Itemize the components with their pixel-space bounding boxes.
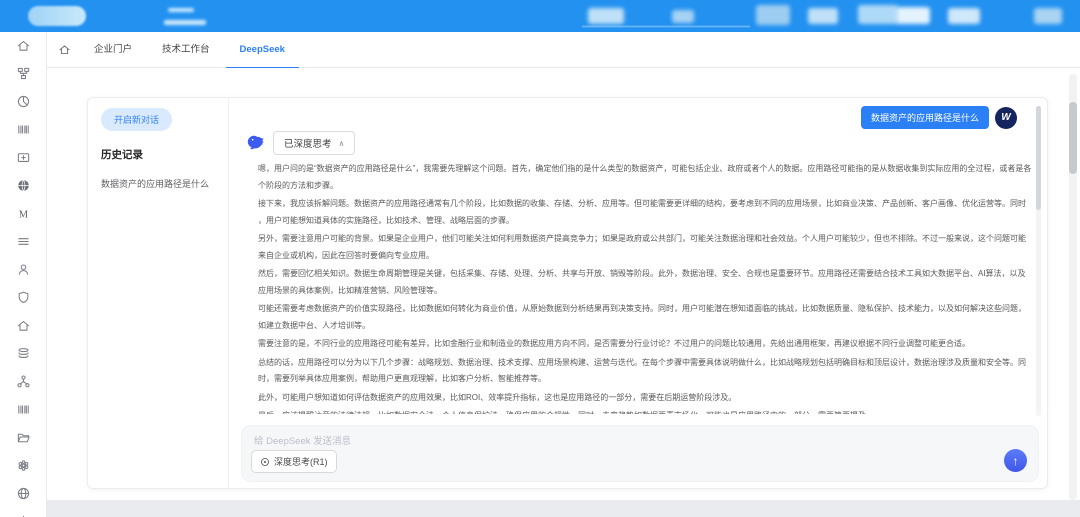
sidebar-icon-barcode-alt[interactable] (16, 402, 31, 417)
sidebar-icon-card-plus[interactable] (16, 150, 31, 165)
svg-text:M: M (18, 209, 27, 220)
sidebar-icon-flower[interactable] (16, 458, 31, 473)
sidebar-icon-letter-m[interactable]: M (16, 206, 31, 221)
tab-deepseek[interactable]: DeepSeek (230, 32, 295, 68)
blurred-nav-item[interactable] (858, 5, 898, 24)
thinking-paragraph: 另外，需要注意用户可能的背景。如果是企业用户，他们可能关注如何利用数据资产提高竞… (258, 231, 1033, 264)
blurred-text-line (168, 8, 194, 12)
sidebar-icon-home[interactable] (16, 38, 31, 53)
sidebar-icon-list[interactable] (16, 234, 31, 249)
thinking-collapse-button[interactable]: 已深度思考 ∧ (273, 131, 355, 155)
thinking-paragraph: 嗯，用户问的是“数据资产的应用路径是什么”，我需要先理解这个问题。首先，确定他们… (258, 161, 1033, 194)
blurred-nav-item[interactable] (1034, 8, 1062, 24)
app-window: M 企业门户技术工作台 DeepSeek 开启新对话 历史记录 数据资产的应用路径… (0, 0, 1080, 517)
arrow-up-icon: ↑ (1013, 454, 1019, 468)
deepseek-whale-icon (245, 133, 265, 153)
blurred-nav-item[interactable] (672, 10, 694, 23)
blurred-nav-item[interactable] (588, 8, 624, 24)
left-icon-rail: M (0, 32, 47, 517)
nav-active-underline (582, 26, 750, 28)
tab-tech-workbench[interactable]: 技术工作台 (152, 32, 220, 68)
page-scrollbar-thumb[interactable] (1069, 102, 1077, 174)
tab-enterprise-portal[interactable]: 企业门户 (84, 32, 142, 68)
sidebar-icon-barcode[interactable] (16, 122, 31, 137)
chat-scrollbar[interactable] (1036, 106, 1041, 416)
chat-history-panel: 开启新对话 历史记录 数据资产的应用路径是什么 (88, 98, 229, 488)
blurred-text-line (164, 20, 206, 25)
chevron-up-icon: ∧ (339, 139, 345, 148)
user-avatar: W (995, 107, 1017, 129)
tab-bar: 企业门户技术工作台 DeepSeek (47, 32, 1080, 68)
user-message-bubble: 数据资产的应用路径是什么 (861, 106, 989, 129)
assistant-message-row: 已深度思考 ∧ (245, 131, 1017, 155)
chat-message-area: 数据资产的应用路径是什么 W 已深度思考 ∧ 嗯，用户问的是“数据资产 (229, 98, 1033, 414)
deep-think-icon (260, 457, 270, 467)
chat-scrollbar-thumb[interactable] (1036, 106, 1041, 210)
top-navbar (0, 0, 1080, 32)
send-button[interactable]: ↑ (1004, 449, 1027, 472)
message-input-box: 深度思考(R1) ↑ (241, 425, 1039, 482)
sidebar-icon-globe-dark[interactable] (16, 178, 31, 193)
thinking-text-block: 嗯，用户问的是“数据资产的应用路径是什么”，我需要先理解这个问题。首先，确定他们… (258, 161, 1033, 414)
sidebar-icon-shield[interactable] (16, 290, 31, 305)
thinking-paragraph: 可能还需要考虑数据资产的价值实现路径，比如数据如何转化为商业价值，从原始数据到分… (258, 301, 1033, 334)
thinking-paragraph: 接下来，我应该拆解问题。数据资产的应用路径通常有几个阶段，比如数据的收集、存储、… (258, 196, 1033, 229)
sidebar-icon-layers[interactable] (16, 346, 31, 361)
thinking-paragraph: 总结的话，应用路径可以分为以下几个步骤：战略规划、数据治理、技术支撑、应用场景构… (258, 355, 1033, 388)
sidebar-icon-pie-chart[interactable] (16, 94, 31, 109)
blurred-nav-item[interactable] (896, 7, 930, 24)
app-logo (28, 6, 86, 26)
sidebar-icon-home-alt[interactable] (16, 318, 31, 333)
sidebar-icon-folder[interactable] (16, 430, 31, 445)
thinking-paragraph: 此外，可能用户想知道如何评估数据资产的应用效果，比如ROI、效率提升指标，这也是… (258, 390, 1033, 407)
thinking-paragraph: 需要注意的是，不同行业的应用路径可能有差异，比如金融行业和制造业的数据应用方向不… (258, 336, 1033, 353)
chat-panel: 数据资产的应用路径是什么 W 已深度思考 ∧ 嗯，用户问的是“数据资产 (229, 98, 1047, 488)
thinking-paragraph: 最后，应该提醒注意的法律法规，比如数据安全法、个人信息保护法，确保应用的合规性。… (258, 408, 1033, 414)
history-list: 数据资产的应用路径是什么 (101, 177, 215, 190)
page-footer-strip (47, 500, 1080, 517)
content-area: 开启新对话 历史记录 数据资产的应用路径是什么 数据资产的应用路径是什么 W (47, 68, 1080, 517)
tab-list: 企业门户技术工作台 DeepSeek (79, 32, 300, 68)
history-title: 历史记录 (101, 147, 215, 162)
home-icon[interactable] (58, 43, 71, 56)
deep-think-label: 深度思考(R1) (274, 455, 328, 468)
user-message-row: 数据资产的应用路径是什么 W (245, 106, 1017, 129)
thinking-collapse-label: 已深度思考 (284, 136, 332, 150)
sidebar-icon-globe[interactable] (16, 486, 31, 501)
history-item[interactable]: 数据资产的应用路径是什么 (101, 177, 215, 190)
blurred-nav-item[interactable] (756, 5, 790, 25)
message-input[interactable] (254, 432, 854, 450)
sidebar-icon-sitemap[interactable] (16, 66, 31, 81)
thinking-paragraph: 然后，需要回忆相关知识。数据生命周期管理是关键，包括采集、存储、处理、分析、共享… (258, 266, 1033, 299)
new-chat-button[interactable]: 开启新对话 (101, 108, 172, 131)
deep-think-toggle-button[interactable]: 深度思考(R1) (251, 450, 337, 473)
blurred-nav-item[interactable] (948, 8, 980, 24)
sidebar-icon-org-chart[interactable] (16, 374, 31, 389)
blurred-nav-item[interactable] (808, 8, 838, 24)
sidebar-icon-user[interactable] (16, 262, 31, 277)
deepseek-chat-card: 开启新对话 历史记录 数据资产的应用路径是什么 数据资产的应用路径是什么 W (87, 97, 1048, 489)
